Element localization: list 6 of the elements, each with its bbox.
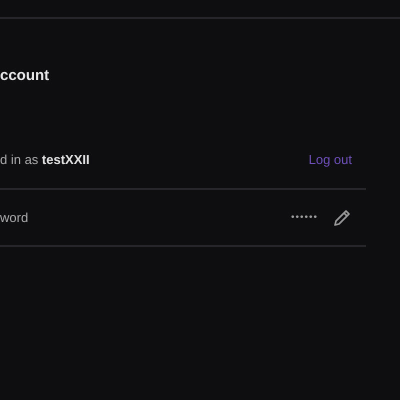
section-title: ccount	[0, 67, 50, 84]
logged-in-text: d in as testXXII	[0, 152, 90, 167]
password-value: ••••••	[290, 212, 318, 223]
pencil-icon[interactable]	[332, 208, 352, 228]
log-out-link[interactable]: Log out	[308, 152, 352, 167]
password-label: word	[0, 210, 28, 225]
